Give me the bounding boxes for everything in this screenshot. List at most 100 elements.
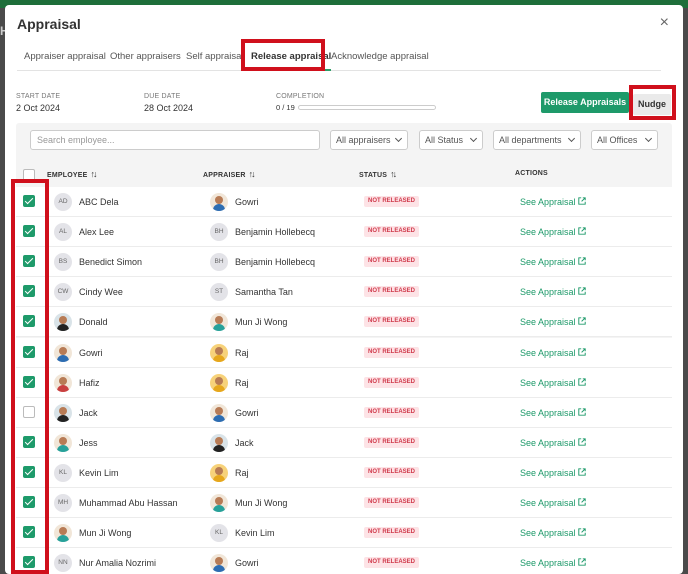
employee-name[interactable]: Jess	[79, 428, 98, 458]
table-row: Jess Jack NOT RELEASED See Appraisal	[16, 427, 672, 458]
row-checkbox[interactable]	[23, 526, 35, 539]
avatar	[210, 494, 228, 512]
see-appraisal-link[interactable]: See Appraisal	[520, 548, 586, 574]
avatar: NN	[54, 554, 72, 573]
employee-name[interactable]: Donald	[79, 307, 108, 337]
appraiser-name: Raj	[235, 347, 249, 358]
row-checkbox[interactable]	[23, 465, 35, 478]
avatar	[210, 343, 228, 362]
chevron-down-icon	[394, 134, 403, 143]
employee-name[interactable]: ABC Dela	[79, 187, 119, 217]
see-appraisal-link[interactable]: See Appraisal	[520, 187, 586, 217]
tab-release-appraisal[interactable]: Release appraisal	[251, 43, 332, 71]
row-checkbox[interactable]	[23, 285, 35, 298]
see-appraisal-link[interactable]: See Appraisal	[520, 398, 586, 428]
avatar: KL	[210, 524, 228, 543]
header-appraiser-label: APPRAISER	[203, 172, 246, 179]
see-appraisal-link[interactable]: See Appraisal	[520, 368, 586, 398]
release-appraisals-button[interactable]: Release Appraisals	[541, 92, 629, 113]
employee-name[interactable]: Nur Amalia Nozrimi	[79, 548, 156, 574]
tab-self-appraisal[interactable]: Self appraisal	[186, 43, 244, 71]
employee-name[interactable]: Cindy Wee	[79, 277, 123, 307]
employee-name[interactable]: Gowri	[79, 338, 103, 368]
row-checkbox[interactable]	[23, 195, 35, 207]
avatar	[54, 373, 72, 392]
external-link-icon	[577, 347, 586, 356]
avatar	[54, 433, 72, 452]
employee-name[interactable]: Mun Ji Wong	[79, 518, 131, 548]
see-appraisal-link[interactable]: See Appraisal	[520, 217, 586, 247]
start-date-label: START DATE	[16, 93, 61, 100]
header-employee[interactable]: EMPLOYEE ↑↓	[47, 161, 98, 187]
status-badge: NOT RELEASED	[364, 346, 420, 358]
external-link-icon	[577, 438, 586, 446]
completion-progress-bar	[298, 105, 436, 110]
tab-acknowledge-appraisal[interactable]: Acknowledge appraisal	[331, 43, 429, 71]
row-checkbox[interactable]	[23, 255, 35, 268]
select-all-checkbox[interactable]	[23, 169, 35, 181]
completion-value: 0 / 19	[276, 103, 295, 112]
offices-filter[interactable]: All Offices	[591, 130, 658, 150]
row-checkbox[interactable]	[23, 225, 35, 238]
tab-appraiser-appraisal[interactable]: Appraiser appraisal	[24, 43, 106, 71]
appraiser-name: Benjamin Hollebecq	[235, 227, 316, 238]
modal-title: Appraisal	[17, 16, 81, 32]
appraisers-filter[interactable]: All appraisers	[330, 130, 408, 150]
search-input[interactable]: Search employee...	[30, 130, 320, 150]
see-appraisal-link[interactable]: See Appraisal	[520, 307, 586, 337]
see-appraisal-link[interactable]: See Appraisal	[520, 247, 586, 277]
see-appraisal-link[interactable]: See Appraisal	[520, 488, 586, 518]
chevron-down-icon	[567, 134, 576, 143]
avatar: KL	[54, 463, 72, 482]
tab-other-appraisers[interactable]: Other appraisers	[110, 43, 181, 71]
external-link-icon	[577, 377, 586, 386]
see-appraisal-link[interactable]: See Appraisal	[520, 428, 586, 458]
row-checkbox[interactable]	[23, 375, 35, 388]
sort-icon[interactable]: ↑↓	[91, 169, 98, 179]
status-badge: NOT RELEASED	[364, 527, 420, 539]
header-status[interactable]: STATUS ↑↓	[359, 161, 397, 187]
avatar	[210, 463, 228, 482]
chevron-down-icon	[644, 134, 653, 143]
employee-name[interactable]: Kevin Lim	[79, 458, 119, 488]
departments-filter[interactable]: All departments	[493, 130, 581, 150]
row-checkbox[interactable]	[23, 315, 35, 328]
external-link-icon	[577, 287, 586, 295]
table-row: MH Muhammad Abu Hassan Mun Ji Wong NOT RELE…	[16, 488, 672, 518]
see-appraisal-link[interactable]: See Appraisal	[520, 518, 586, 548]
table-row: BS Benedict Simon BH Benjamin Hollebecq NOT …	[16, 247, 672, 278]
nudge-button[interactable]: Nudge	[633, 94, 671, 115]
sort-icon[interactable]: ↑↓	[390, 169, 397, 179]
employee-name[interactable]: Jack	[79, 398, 98, 428]
table-row: Gowri Raj NOT RELEASED See Appraisal	[16, 337, 672, 368]
see-appraisal-link[interactable]: See Appraisal	[520, 338, 586, 368]
close-icon[interactable]: ×	[660, 15, 669, 31]
employee-name[interactable]: Muhammad Abu Hassan	[79, 488, 178, 518]
see-appraisal-link[interactable]: See Appraisal	[520, 458, 586, 488]
table-row: AD ABC Dela Gowri NOT RELEASED See Appraisal	[16, 187, 672, 217]
see-appraisal-label: See Appraisal	[520, 407, 576, 418]
table-row: Jack Gowri NOT RELEASED See Appraisal	[16, 397, 672, 428]
row-checkbox[interactable]	[23, 345, 35, 358]
row-checkbox[interactable]	[23, 556, 35, 569]
appraisal-modal: Appraisal × Appraiser appraisal Other ap…	[5, 5, 683, 574]
chevron-down-icon	[469, 134, 478, 143]
row-checkbox[interactable]	[23, 405, 35, 418]
see-appraisal-link[interactable]: See Appraisal	[520, 277, 586, 307]
employee-name[interactable]: Alex Lee	[79, 217, 114, 247]
row-checkbox[interactable]	[23, 435, 35, 448]
see-appraisal-label: See Appraisal	[520, 347, 576, 358]
status-badge: NOT RELEASED	[364, 557, 420, 569]
row-checkbox[interactable]	[23, 496, 35, 508]
employee-name[interactable]: Hafiz	[79, 368, 100, 398]
see-appraisal-label: See Appraisal	[520, 227, 576, 238]
status-filter[interactable]: All Status	[419, 130, 483, 150]
status-badge: NOT RELEASED	[364, 256, 420, 268]
external-link-icon	[577, 257, 586, 265]
see-appraisal-label: See Appraisal	[520, 467, 576, 478]
status-filter-value: All Status	[425, 135, 464, 145]
start-date-value: 2 Oct 2024	[16, 103, 61, 113]
employee-name[interactable]: Benedict Simon	[79, 247, 142, 277]
sort-icon[interactable]: ↑↓	[249, 169, 256, 179]
header-appraiser[interactable]: APPRAISER ↑↓	[203, 161, 256, 187]
